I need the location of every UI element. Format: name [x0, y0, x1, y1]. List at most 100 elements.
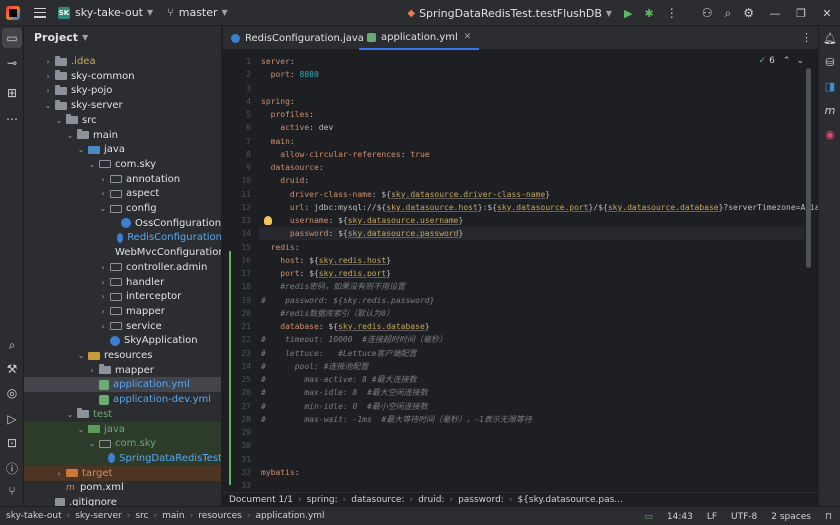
code-line[interactable]: # max-wait: -1ms #最大等待时间（毫秒），-1表示无限等待: [261, 413, 532, 426]
line-number[interactable]: 16: [221, 254, 251, 267]
code-line[interactable]: main:: [261, 135, 295, 148]
tree-item[interactable]: › handler: [24, 275, 221, 290]
previous-highlight-icon[interactable]: ⌃: [783, 56, 791, 66]
line-number[interactable]: 18: [221, 280, 251, 293]
status-path-item[interactable]: sky-take-out: [6, 511, 62, 521]
line-number[interactable]: 15: [221, 241, 251, 254]
add-user-icon[interactable]: ⚇: [702, 6, 713, 20]
line-number[interactable]: 14: [221, 227, 251, 240]
line-number[interactable]: 19: [221, 294, 251, 307]
vcs-status-icon[interactable]: ▭: [644, 512, 653, 522]
chevron-right-icon[interactable]: ›: [98, 263, 108, 272]
breadcrumb-item[interactable]: spring:: [307, 495, 338, 505]
tree-item[interactable]: ⌄ src: [24, 113, 221, 128]
line-number[interactable]: 21: [221, 320, 251, 333]
debug-icon[interactable]: ✱: [645, 7, 654, 20]
tree-item[interactable]: ⌄ resources: [24, 348, 221, 363]
problems-tool-icon[interactable]: ⓘ: [0, 460, 24, 477]
status-path-item[interactable]: application.yml: [255, 511, 324, 521]
project-switcher[interactable]: sky-take-out: [75, 6, 143, 19]
tree-item[interactable]: › sky-pojo: [24, 83, 221, 98]
line-number[interactable]: 12: [221, 201, 251, 214]
code-line[interactable]: # pool: #连接池配置: [261, 360, 368, 373]
tree-item[interactable]: ⌄ com.sky: [24, 157, 221, 172]
chevron-right-icon[interactable]: ›: [43, 72, 53, 81]
tab-redis-configuration[interactable]: RedisConfiguration.java: [223, 26, 372, 50]
status-encoding[interactable]: UTF-8: [731, 512, 757, 522]
chevron-right-icon[interactable]: ›: [98, 189, 108, 198]
line-number[interactable]: 32: [221, 466, 251, 479]
code-line[interactable]: host: ${sky.redis.host}: [261, 254, 391, 267]
endpoints-icon[interactable]: ◨: [819, 80, 840, 93]
code-line[interactable]: allow-circular-references: true: [261, 148, 429, 161]
chevron-right-icon[interactable]: ›: [98, 307, 108, 316]
chevron-down-icon[interactable]: ▼: [147, 8, 153, 17]
chevron-down-icon[interactable]: ▼: [82, 33, 88, 42]
line-number[interactable]: 25: [221, 373, 251, 386]
database-icon[interactable]: ⛁: [819, 56, 840, 69]
code-line[interactable]: profiles:: [261, 108, 314, 121]
line-number[interactable]: 27: [221, 400, 251, 413]
line-number[interactable]: 1: [221, 55, 251, 68]
tree-item[interactable]: › mapper: [24, 304, 221, 319]
line-number[interactable]: 8: [221, 148, 251, 161]
status-path-item[interactable]: src: [135, 511, 148, 521]
status-line-separator[interactable]: LF: [707, 512, 717, 522]
breadcrumb-item[interactable]: druid:: [418, 495, 444, 505]
tree-item[interactable]: › target: [24, 465, 221, 481]
status-path-item[interactable]: resources: [198, 511, 242, 521]
close-tab-icon[interactable]: ✕: [464, 32, 472, 42]
search-icon[interactable]: ⌕: [725, 6, 732, 21]
tree-item[interactable]: › aspect: [24, 186, 221, 201]
lock-icon[interactable]: ⊓: [825, 512, 832, 522]
chevron-down-icon[interactable]: ▼: [222, 8, 228, 17]
more-tools-icon[interactable]: ⋯: [0, 112, 24, 126]
tree-item[interactable]: ⌄ java: [24, 421, 221, 437]
tree-item[interactable]: ⌄ config: [24, 201, 221, 216]
line-number[interactable]: 24: [221, 360, 251, 373]
code-line[interactable]: port: 8080: [261, 68, 319, 81]
line-number[interactable]: 2: [221, 68, 251, 81]
tree-item[interactable]: ⌄ com.sky: [24, 436, 221, 452]
tree-item[interactable]: m pom.xml: [24, 480, 221, 495]
code-line[interactable]: # password: ${sky.redis.password}: [261, 294, 434, 307]
line-number[interactable]: 17: [221, 267, 251, 280]
status-path-item[interactable]: sky-server: [75, 511, 122, 521]
next-highlight-icon[interactable]: ⌄: [796, 56, 804, 66]
chevron-down-icon[interactable]: ⌄: [65, 410, 75, 419]
ai-assistant-icon[interactable]: ◉: [819, 128, 840, 141]
intention-bulb-icon[interactable]: [264, 216, 272, 225]
tree-item[interactable]: ⌄ sky-server: [24, 98, 221, 113]
line-number[interactable]: 22: [221, 333, 251, 346]
breadcrumb-item[interactable]: ${sky.datasource.pas...: [517, 495, 622, 505]
chevron-right-icon[interactable]: ›: [98, 278, 108, 287]
run-tool-icon[interactable]: ▷: [0, 412, 24, 426]
services-tool-icon[interactable]: ◎: [0, 386, 24, 400]
code-line[interactable]: database: ${sky.redis.database}: [261, 320, 429, 333]
chevron-right-icon[interactable]: ›: [87, 366, 97, 375]
breadcrumb-item[interactable]: datasource:: [351, 495, 404, 505]
code-line[interactable]: druid:: [261, 174, 309, 187]
chevron-right-icon[interactable]: ›: [43, 86, 53, 95]
minimize-icon[interactable]: —: [762, 7, 788, 20]
code-line[interactable]: # min-idle: 0 #最小空闲连接数: [261, 400, 428, 413]
settings-gear-icon[interactable]: ⚙: [743, 6, 754, 20]
chevron-down-icon[interactable]: ⌄: [54, 116, 64, 125]
branch-switcher[interactable]: master: [179, 6, 218, 19]
tree-item[interactable]: › sky-common: [24, 69, 221, 84]
code-line[interactable]: password: ${sky.datasource.password}: [261, 227, 463, 240]
tree-item[interactable]: application.yml: [24, 377, 221, 393]
notifications-icon[interactable]: 🔔︎: [819, 32, 840, 45]
main-menu-icon[interactable]: [34, 7, 46, 18]
terminal-tool-icon[interactable]: ⊡: [0, 436, 24, 450]
maximize-icon[interactable]: ❐: [788, 7, 814, 20]
code-line[interactable]: #redis数据库索引（默认为0）: [261, 307, 394, 320]
line-number[interactable]: 23: [221, 347, 251, 360]
tree-item[interactable]: SpringDataRedisTest: [24, 450, 221, 466]
chevron-down-icon[interactable]: ⌄: [76, 145, 86, 154]
code-line[interactable]: redis:: [261, 241, 300, 254]
tree-item[interactable]: ⌄ java: [24, 142, 221, 157]
code-line[interactable]: #redis密码，如果没有则不用设置: [261, 280, 405, 293]
line-number[interactable]: 4: [221, 95, 251, 108]
tree-item[interactable]: RedisConfiguration: [24, 230, 221, 245]
